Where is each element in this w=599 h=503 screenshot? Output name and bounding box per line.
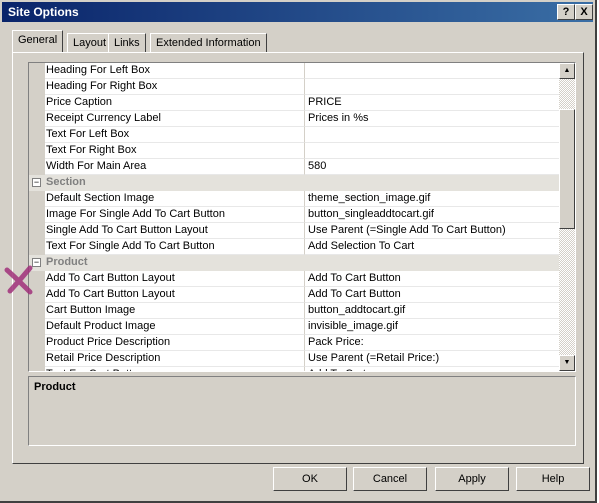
property-label: Text For Cart Button bbox=[45, 367, 304, 371]
property-row[interactable]: Text For Left Box bbox=[29, 127, 562, 143]
down-arrow-icon[interactable]: ▼ bbox=[559, 355, 575, 371]
description-title: Product bbox=[34, 381, 76, 393]
scroll-thumb[interactable] bbox=[559, 109, 575, 229]
property-row[interactable]: Price Caption PRICE bbox=[29, 95, 562, 111]
help-title-button[interactable]: ? bbox=[557, 4, 575, 20]
pen-mark-icon bbox=[4, 265, 33, 295]
property-row[interactable]: Image For Single Add To Cart Button butto… bbox=[29, 207, 562, 223]
property-value[interactable]: Add To Cart Button bbox=[304, 271, 562, 287]
minus-box-icon[interactable]: − bbox=[32, 178, 41, 187]
row-gutter bbox=[29, 95, 45, 111]
property-value[interactable] bbox=[304, 127, 562, 143]
property-value[interactable]: theme_section_image.gif bbox=[304, 191, 562, 207]
property-value[interactable]: Add To Cart Button bbox=[304, 287, 562, 303]
property-label: Add To Cart Button Layout bbox=[45, 287, 304, 303]
row-gutter bbox=[29, 335, 45, 351]
title-bar: Site Options ? X bbox=[2, 2, 593, 22]
property-label: Text For Single Add To Cart Button bbox=[45, 239, 304, 255]
property-row[interactable]: Add To Cart Button Layout Add To Cart But… bbox=[29, 287, 562, 303]
property-value[interactable]: button_singleaddtocart.gif bbox=[304, 207, 562, 223]
property-row[interactable]: Text For Single Add To Cart Button Add Se… bbox=[29, 239, 562, 255]
window-title: Site Options bbox=[8, 5, 79, 19]
description-pane: Product bbox=[28, 376, 576, 446]
property-label: Retail Price Description bbox=[45, 351, 304, 367]
up-arrow-icon[interactable]: ▲ bbox=[559, 63, 575, 79]
row-gutter bbox=[29, 143, 45, 159]
property-value[interactable] bbox=[304, 79, 562, 95]
property-value[interactable]: Use Parent (=Single Add To Cart Button) bbox=[304, 223, 562, 239]
category-row[interactable]: − Product bbox=[29, 255, 559, 271]
property-label: Default Section Image bbox=[45, 191, 304, 207]
property-row[interactable]: Heading For Right Box bbox=[29, 79, 562, 95]
property-row[interactable]: Retail Price Description Use Parent (=Ret… bbox=[29, 351, 562, 367]
ok-button[interactable]: OK bbox=[273, 467, 347, 491]
row-gutter bbox=[29, 351, 45, 367]
property-row[interactable]: Width For Main Area 580 bbox=[29, 159, 562, 175]
property-value[interactable] bbox=[304, 143, 562, 159]
property-label: Receipt Currency Label bbox=[45, 111, 304, 127]
category-label[interactable]: Product bbox=[45, 255, 558, 270]
row-gutter bbox=[29, 223, 45, 239]
property-label: Width For Main Area bbox=[45, 159, 304, 175]
tab-links[interactable]: Links bbox=[108, 33, 146, 53]
row-gutter bbox=[29, 239, 45, 255]
property-value[interactable]: PRICE bbox=[304, 95, 562, 111]
property-label: Text For Left Box bbox=[45, 127, 304, 143]
property-row[interactable]: Text For Cart ButtonAdd To Cart bbox=[29, 367, 562, 371]
tab-layout[interactable]: Layout bbox=[67, 33, 113, 53]
property-value[interactable]: Prices in %s bbox=[304, 111, 562, 127]
help-button[interactable]: Help bbox=[516, 467, 590, 491]
vertical-scrollbar[interactable]: ▲ ▼ bbox=[559, 63, 575, 371]
close-button[interactable]: X bbox=[575, 4, 593, 20]
row-gutter bbox=[29, 159, 45, 175]
row-gutter bbox=[29, 319, 45, 335]
row-gutter bbox=[29, 63, 45, 79]
property-label: Product Price Description bbox=[45, 335, 304, 351]
property-value[interactable]: Pack Price: bbox=[304, 335, 562, 351]
property-row[interactable]: Product Price Description Pack Price: bbox=[29, 335, 562, 351]
property-row[interactable]: Receipt Currency Label Prices in %s bbox=[29, 111, 562, 127]
tab-extended-information[interactable]: Extended Information bbox=[150, 33, 267, 53]
site-options-dialog: Site Options ? X General Layout Links Ex… bbox=[0, 0, 597, 503]
row-gutter bbox=[29, 79, 45, 95]
property-row[interactable]: Default Product Image invisible_image.gif bbox=[29, 319, 562, 335]
tab-general[interactable]: General bbox=[12, 30, 64, 52]
row-gutter bbox=[29, 111, 45, 127]
property-row[interactable]: Text For Right Box bbox=[29, 143, 562, 159]
property-label: Image For Single Add To Cart Button bbox=[45, 207, 304, 223]
cancel-button[interactable]: Cancel bbox=[353, 467, 427, 491]
row-gutter: − bbox=[29, 175, 45, 191]
category-label[interactable]: Section bbox=[45, 175, 558, 190]
row-gutter bbox=[29, 303, 45, 319]
property-value[interactable]: 580 bbox=[304, 159, 562, 175]
property-grid[interactable]: Heading For Left Box Heading For Right Bo… bbox=[28, 62, 576, 372]
property-value[interactable]: Use Parent (=Retail Price:) bbox=[304, 351, 562, 367]
row-gutter bbox=[29, 191, 45, 207]
property-value[interactable]: button_addtocart.gif bbox=[304, 303, 562, 319]
property-value[interactable]: Add To Cart bbox=[304, 367, 562, 371]
row-gutter bbox=[29, 127, 45, 143]
property-value[interactable] bbox=[304, 63, 562, 79]
category-row[interactable]: − Section bbox=[29, 175, 559, 191]
row-gutter bbox=[29, 367, 45, 371]
property-row[interactable]: Single Add To Cart Button Layout Use Pare… bbox=[29, 223, 562, 239]
property-value[interactable]: Add Selection To Cart bbox=[304, 239, 562, 255]
property-label: Heading For Right Box bbox=[45, 79, 304, 95]
property-label: Price Caption bbox=[45, 95, 304, 111]
property-label: Default Product Image bbox=[45, 319, 304, 335]
property-value[interactable]: invisible_image.gif bbox=[304, 319, 562, 335]
property-label: Text For Right Box bbox=[45, 143, 304, 159]
property-label: Heading For Left Box bbox=[45, 63, 304, 79]
property-row[interactable]: Default Section Image theme_section_image… bbox=[29, 191, 562, 207]
apply-button[interactable]: Apply bbox=[435, 467, 509, 491]
property-row[interactable]: Heading For Left Box bbox=[29, 63, 562, 79]
property-label: Single Add To Cart Button Layout bbox=[45, 223, 304, 239]
property-row[interactable]: Add To Cart Button Layout Add To Cart But… bbox=[29, 271, 562, 287]
row-gutter bbox=[29, 207, 45, 223]
property-label: Cart Button Image bbox=[45, 303, 304, 319]
property-row[interactable]: Cart Button Image button_addtocart.gif bbox=[29, 303, 562, 319]
property-label: Add To Cart Button Layout bbox=[45, 271, 304, 287]
